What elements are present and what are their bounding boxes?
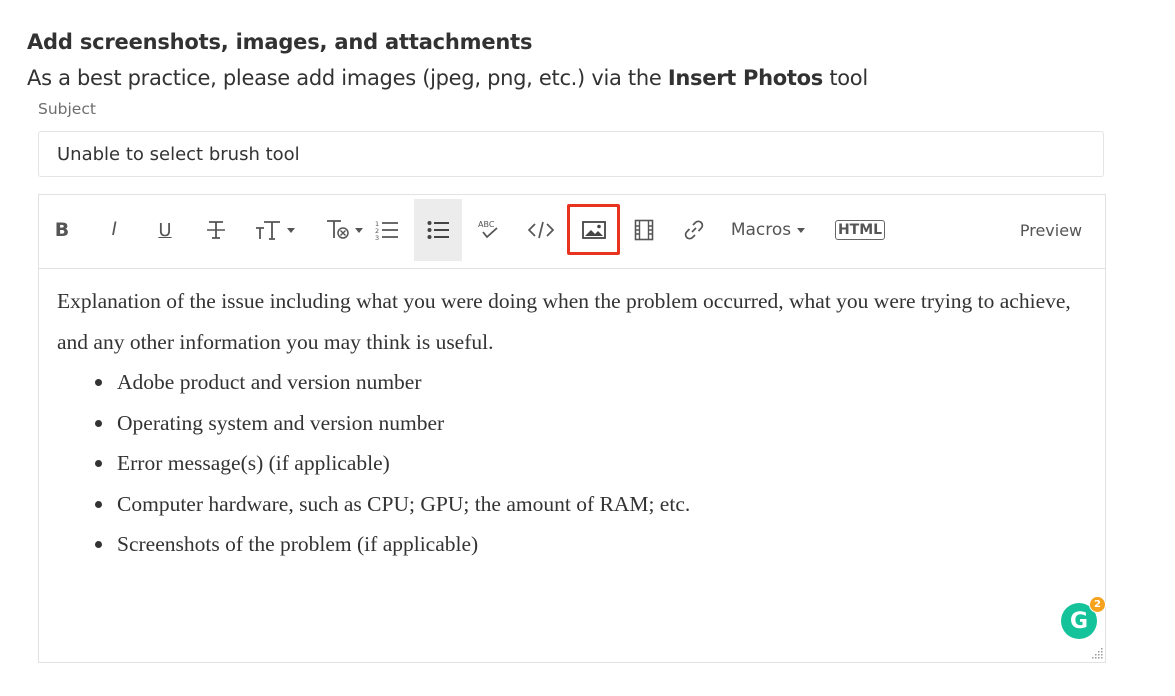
- grammarly-badge: 2: [1089, 596, 1106, 613]
- film-icon: [634, 219, 654, 241]
- clear-format-dropdown[interactable]: [321, 199, 367, 261]
- list-item: Computer hardware, such as CPU; GPU; the…: [95, 484, 1087, 525]
- grammarly-letter: G: [1069, 608, 1089, 634]
- font-size-dropdown[interactable]: [251, 199, 299, 261]
- underline-label: U: [158, 219, 172, 241]
- list-item: Adobe product and version number: [95, 362, 1087, 403]
- macros-label: Macros: [730, 220, 792, 240]
- editor-content[interactable]: Explanation of the issue including what …: [57, 281, 1087, 565]
- link-icon: [684, 220, 704, 240]
- clear-format-icon: [327, 220, 349, 239]
- bold-label: B: [54, 219, 70, 241]
- code-icon: [527, 221, 555, 239]
- numbered-list-button[interactable]: 1 2 3: [372, 199, 402, 261]
- description-prefix: As a best practice, please add images (j…: [27, 66, 668, 90]
- intro-paragraph: Explanation of the issue including what …: [57, 289, 1071, 354]
- strikethrough-icon: [207, 221, 225, 239]
- list-item: Screenshots of the problem (if applicabl…: [95, 524, 1087, 565]
- strikethrough-button[interactable]: [202, 199, 230, 261]
- rich-text-editor: B I U 1 2 3 ABC Macros HTML Preview Expl…: [38, 194, 1106, 663]
- preview-label: Preview: [1019, 220, 1083, 240]
- bullet-list: Adobe product and version number Operati…: [57, 362, 1087, 565]
- html-label: HTML: [834, 220, 886, 240]
- insert-photos-button[interactable]: [567, 204, 620, 255]
- bold-button[interactable]: B: [49, 199, 75, 261]
- italic-button[interactable]: I: [101, 199, 127, 261]
- section-heading: Add screenshots, images, and attachments: [27, 30, 533, 54]
- preview-button[interactable]: Preview: [1015, 199, 1087, 261]
- bullet-list-button[interactable]: [414, 199, 462, 261]
- svg-text:ABC: ABC: [478, 220, 495, 229]
- italic-label: I: [111, 219, 117, 240]
- chevron-down-icon: [797, 227, 806, 233]
- resize-handle-icon[interactable]: [1091, 646, 1104, 659]
- description-suffix: tool: [822, 66, 868, 90]
- list-item: Operating system and version number: [95, 403, 1087, 444]
- list-item: Error message(s) (if applicable): [95, 443, 1087, 484]
- section-description: As a best practice, please add images (j…: [27, 66, 868, 90]
- spellcheck-button[interactable]: ABC: [475, 199, 503, 261]
- editor-toolbar: B I U 1 2 3 ABC Macros HTML Preview: [39, 195, 1105, 269]
- bullet-list-icon: [427, 221, 449, 239]
- font-size-icon: [256, 221, 280, 240]
- macros-dropdown[interactable]: Macros: [727, 199, 809, 261]
- underline-button[interactable]: U: [152, 199, 178, 261]
- chevron-down-icon: [287, 227, 295, 233]
- insert-link-button[interactable]: [679, 199, 709, 261]
- spellcheck-icon: ABC: [478, 220, 498, 239]
- code-button[interactable]: [526, 199, 556, 261]
- image-icon: [581, 220, 606, 239]
- numbered-list-icon: 1 2 3: [375, 220, 398, 241]
- svg-text:3: 3: [375, 234, 379, 241]
- insert-video-button[interactable]: [630, 199, 658, 261]
- html-button[interactable]: HTML: [831, 199, 889, 261]
- description-bold: Insert Photos: [667, 66, 823, 90]
- subject-input[interactable]: [38, 131, 1104, 177]
- chevron-down-icon: [355, 227, 363, 233]
- subject-label: Subject: [38, 100, 96, 118]
